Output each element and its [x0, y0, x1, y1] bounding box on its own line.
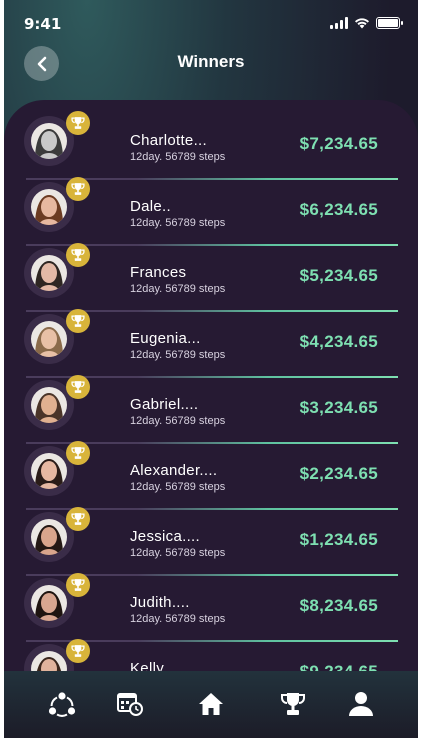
winner-name: Alexander.... — [130, 462, 218, 479]
trophy-badge — [66, 111, 90, 135]
trophy-icon — [281, 693, 305, 715]
nav-profile[interactable] — [346, 689, 376, 719]
trophy-badge — [66, 309, 90, 333]
trophy-badge — [66, 639, 90, 663]
calendar-clock-icon — [117, 693, 143, 716]
header: Winners — [4, 44, 418, 84]
winner-amount: $2,234.65 — [299, 464, 378, 483]
nav-home[interactable] — [196, 689, 226, 719]
trophy-badge — [66, 243, 90, 267]
trophy-icon — [71, 315, 85, 327]
winner-steps: 12day. 56789 steps — [130, 547, 226, 559]
winner-steps: 12day. 56789 steps — [130, 217, 226, 229]
avatar-photo — [31, 321, 67, 357]
winner-amount: $8,234.65 — [299, 596, 378, 615]
winner-name: Gabriel.... — [130, 396, 199, 413]
page-title: Winners — [177, 52, 245, 71]
winner-name: Dale.. — [130, 198, 171, 215]
trophy-icon — [71, 117, 85, 129]
winner-amount: $4,234.65 — [299, 332, 378, 351]
status-icons — [330, 17, 403, 29]
winner-amount: $5,234.65 — [299, 266, 378, 285]
winner-steps: 12day. 56789 steps — [130, 481, 226, 493]
winner-steps: 12day. 56789 steps — [130, 283, 226, 295]
avatar-photo — [31, 585, 67, 621]
avatar-photo — [31, 387, 67, 423]
trophy-icon — [71, 579, 85, 591]
winner-row[interactable]: Charlotte... 12day. 56789 steps $7,234.65 — [4, 108, 418, 174]
trophy-badge — [66, 507, 90, 531]
avatar-photo — [31, 519, 67, 555]
community-icon — [48, 692, 76, 717]
app-screen: 9:41 Winners Charlotte... 12day. 56789 st… — [4, 0, 418, 738]
wifi-icon — [355, 18, 369, 29]
winner-steps: 12day. 56789 steps — [130, 613, 226, 625]
trophy-badge — [66, 573, 90, 597]
nav-community[interactable] — [47, 689, 77, 719]
winner-row[interactable]: Judith.... 12day. 56789 steps $8,234.65 — [4, 570, 418, 636]
home-icon — [199, 693, 223, 715]
trophy-badge — [66, 375, 90, 399]
avatar-photo — [31, 255, 67, 291]
winner-amount: $7,234.65 — [299, 134, 378, 153]
profile-icon — [349, 692, 373, 716]
trophy-icon — [71, 249, 85, 261]
winner-name: Charlotte... — [130, 132, 207, 149]
trophy-icon — [71, 447, 85, 459]
winner-steps: 12day. 56789 steps — [130, 415, 226, 427]
cellular-signal-icon — [330, 17, 348, 29]
winner-steps: 12day. 56789 steps — [130, 349, 226, 361]
status-bar: 9:41 — [4, 0, 418, 40]
winner-amount: $6,234.65 — [299, 200, 378, 219]
winner-row[interactable]: Gabriel.... 12day. 56789 steps $3,234.65 — [4, 372, 418, 438]
avatar-photo — [31, 123, 67, 159]
trophy-icon — [71, 183, 85, 195]
winner-name: Frances — [130, 264, 187, 281]
trophy-icon — [71, 513, 85, 525]
winner-row[interactable]: Alexander.... 12day. 56789 steps $2,234.65 — [4, 438, 418, 504]
winner-name: Eugenia... — [130, 330, 201, 347]
status-time: 9:41 — [24, 15, 62, 33]
winners-list: Charlotte... 12day. 56789 steps $7,234.65 D… — [4, 100, 418, 680]
bottom-nav — [4, 671, 418, 738]
winner-row[interactable]: Dale.. 12day. 56789 steps $6,234.65 — [4, 174, 418, 240]
trophy-badge — [66, 177, 90, 201]
battery-icon — [376, 17, 403, 29]
winner-row[interactable]: Frances 12day. 56789 steps $5,234.65 — [4, 240, 418, 306]
trophy-icon — [71, 645, 85, 657]
winner-steps: 12day. 56789 steps — [130, 151, 226, 163]
winner-name: Judith.... — [130, 594, 190, 611]
nav-winners[interactable] — [278, 689, 308, 719]
trophy-icon — [71, 381, 85, 393]
trophy-badge — [66, 441, 90, 465]
nav-schedule[interactable] — [115, 689, 145, 719]
winner-row[interactable]: Eugenia... 12day. 56789 steps $4,234.65 — [4, 306, 418, 372]
winner-amount: $3,234.65 — [299, 398, 378, 417]
avatar-photo — [31, 453, 67, 489]
winner-row[interactable]: Jessica.... 12day. 56789 steps $1,234.65 — [4, 504, 418, 570]
avatar-photo — [31, 189, 67, 225]
winner-amount: $1,234.65 — [299, 530, 378, 549]
winner-name: Jessica.... — [130, 528, 200, 545]
